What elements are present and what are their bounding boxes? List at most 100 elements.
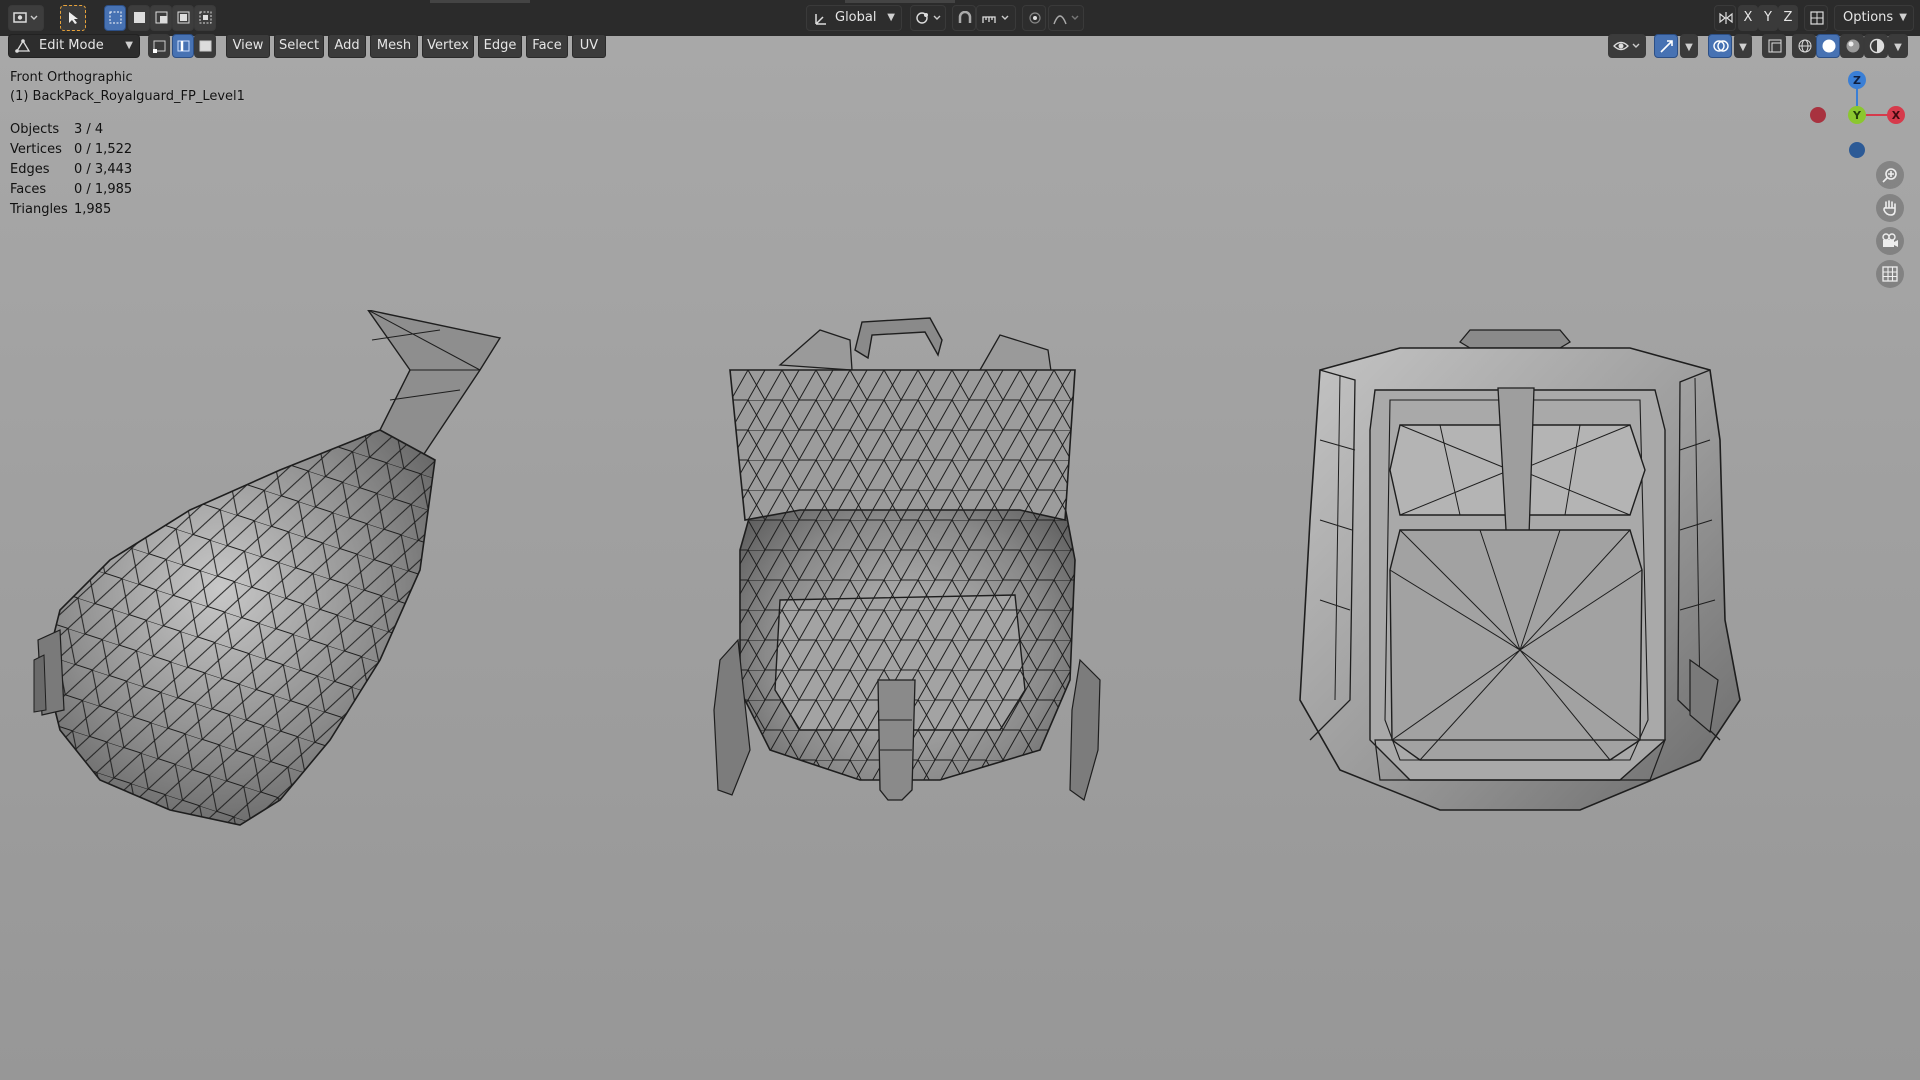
mirror-z-button[interactable]: Z: [1778, 5, 1798, 31]
pivot-point-dropdown[interactable]: [910, 5, 946, 31]
camera-view-button[interactable]: [1876, 227, 1904, 255]
zoom-icon: [1882, 168, 1897, 183]
stat-value: 3 / 4: [74, 122, 104, 137]
stat-value: 1,985: [74, 202, 112, 217]
mirror-x-button[interactable]: X: [1738, 5, 1758, 31]
mirror-y-button[interactable]: Y: [1758, 5, 1778, 31]
axis-z-label: Z: [1783, 10, 1793, 25]
snap-target-dropdown[interactable]: [976, 5, 1016, 31]
shading-dropdown[interactable]: ▼: [1888, 34, 1908, 58]
tab-highlight: [845, 0, 955, 3]
menu-face[interactable]: Face: [526, 34, 568, 58]
menu-vertex[interactable]: Vertex: [422, 34, 474, 58]
stat-label: Edges: [10, 162, 50, 177]
mirror-toggle[interactable]: [1714, 5, 1736, 31]
neg-x-axis-handle[interactable]: [1810, 107, 1826, 123]
transform-orientation-dropdown[interactable]: Global ▼: [806, 5, 902, 31]
shading-material-button[interactable]: [1840, 34, 1864, 58]
topology-mirror-toggle[interactable]: [1804, 5, 1828, 31]
stat-row: Triangles 1,985: [10, 200, 132, 220]
zoom-button[interactable]: [1876, 161, 1904, 189]
chevron-down-icon: ▼: [1899, 12, 1907, 23]
vertex-select-mode-button[interactable]: [148, 34, 170, 58]
axis-x-label: X: [1743, 10, 1753, 25]
material-sphere-icon: [1846, 39, 1860, 53]
solid-sphere-icon: [1822, 39, 1836, 53]
stat-label: Objects: [10, 122, 60, 137]
select-new-button[interactable]: [104, 5, 126, 31]
backpack-mesh-back-view[interactable]: [680, 310, 1140, 810]
face-select-mode-button[interactable]: [194, 34, 216, 58]
menu-select[interactable]: Select: [274, 34, 324, 58]
topology-icon: [1810, 11, 1824, 25]
xray-toggle[interactable]: [1762, 34, 1786, 58]
shading-wireframe-button[interactable]: [1792, 34, 1816, 58]
overlays-toggle[interactable]: [1708, 34, 1732, 58]
active-object-name: (1) BackPack_Royalguard_FP_Level1: [10, 89, 245, 104]
select-tool-button[interactable]: [60, 5, 86, 31]
editor-type-icon: [13, 12, 38, 23]
options-dropdown[interactable]: Options ▼: [1834, 5, 1914, 31]
face-select-icon: [199, 40, 212, 52]
select-invert-button[interactable]: [172, 5, 194, 31]
select-extend-icon: [134, 12, 145, 23]
z-axis-label: Z: [1853, 74, 1861, 87]
menu-add[interactable]: Add: [328, 34, 366, 58]
chevron-down-icon: ▼: [1685, 42, 1693, 53]
chevron-down-icon: ▼: [1739, 42, 1747, 53]
select-subtract-button[interactable]: [150, 5, 172, 31]
menu-edge[interactable]: Edge: [478, 34, 522, 58]
interaction-mode-dropdown[interactable]: Edit Mode ▼: [8, 34, 140, 58]
x-axis-label: X: [1892, 109, 1901, 122]
gizmo-toggle[interactable]: [1654, 34, 1678, 58]
magnet-icon: [958, 11, 972, 23]
menu-view[interactable]: View: [226, 34, 270, 58]
butterfly-mirror-icon: [1719, 12, 1733, 24]
stat-value: 0 / 3,443: [74, 162, 133, 177]
shading-rendered-button[interactable]: [1864, 34, 1888, 58]
camera-icon: [1882, 233, 1898, 247]
editor-type-button[interactable]: [8, 5, 44, 31]
stat-label: Triangles: [10, 202, 68, 217]
pivot-icon: [916, 12, 941, 24]
menu-mesh[interactable]: Mesh: [370, 34, 418, 58]
proportional-editing-toggle[interactable]: [1022, 5, 1046, 31]
select-invert-icon: [177, 11, 190, 24]
projection-toggle-button[interactable]: [1876, 260, 1904, 288]
eye-icon: [1613, 41, 1640, 51]
chevron-down-icon: ▼: [887, 12, 895, 23]
stat-row: Faces 0 / 1,985: [10, 180, 132, 200]
edge-select-icon: [177, 40, 190, 52]
chevron-down-icon: ▼: [1894, 42, 1902, 53]
select-new-icon: [109, 11, 122, 24]
select-subtract-icon: [155, 11, 168, 24]
transform-orientation-label: Global: [835, 10, 877, 25]
falloff-curve-icon: [1053, 15, 1079, 25]
stat-value: 0 / 1,522: [74, 142, 133, 157]
shading-solid-button[interactable]: [1816, 34, 1840, 58]
gizmo-dropdown[interactable]: ▼: [1680, 34, 1698, 58]
neg-z-axis-handle[interactable]: [1849, 142, 1865, 158]
xray-icon: [1768, 39, 1782, 53]
visibility-dropdown[interactable]: [1608, 34, 1646, 58]
proportional-falloff-dropdown[interactable]: [1048, 5, 1084, 31]
select-intersect-icon: [199, 11, 212, 24]
select-intersect-button[interactable]: [194, 5, 216, 31]
navigation-gizmo[interactable]: Z X Y: [1800, 66, 1912, 166]
backpack-mesh-front-view[interactable]: [1280, 320, 1760, 820]
axis-y-label: Y: [1764, 10, 1772, 25]
stat-row: Edges 0 / 3,443: [10, 160, 132, 180]
backpack-mesh-side-view[interactable]: [20, 310, 510, 830]
stat-row: Vertices 0 / 1,522: [10, 140, 132, 160]
gizmo-arrow-icon: [1660, 40, 1673, 53]
edge-select-mode-button[interactable]: [172, 34, 194, 58]
menu-uv[interactable]: UV: [572, 34, 606, 58]
mode-label: Edit Mode: [39, 38, 104, 53]
statistics-overlay: Objects 3 / 4 Vertices 0 / 1,522 Edges 0 / …: [10, 120, 132, 220]
snap-toggle[interactable]: [952, 5, 976, 31]
select-extend-button[interactable]: [128, 5, 150, 31]
tab-highlight: [430, 0, 530, 3]
pan-button[interactable]: [1876, 194, 1904, 222]
stat-row: Objects 3 / 4: [10, 120, 132, 140]
overlays-dropdown[interactable]: ▼: [1734, 34, 1752, 58]
